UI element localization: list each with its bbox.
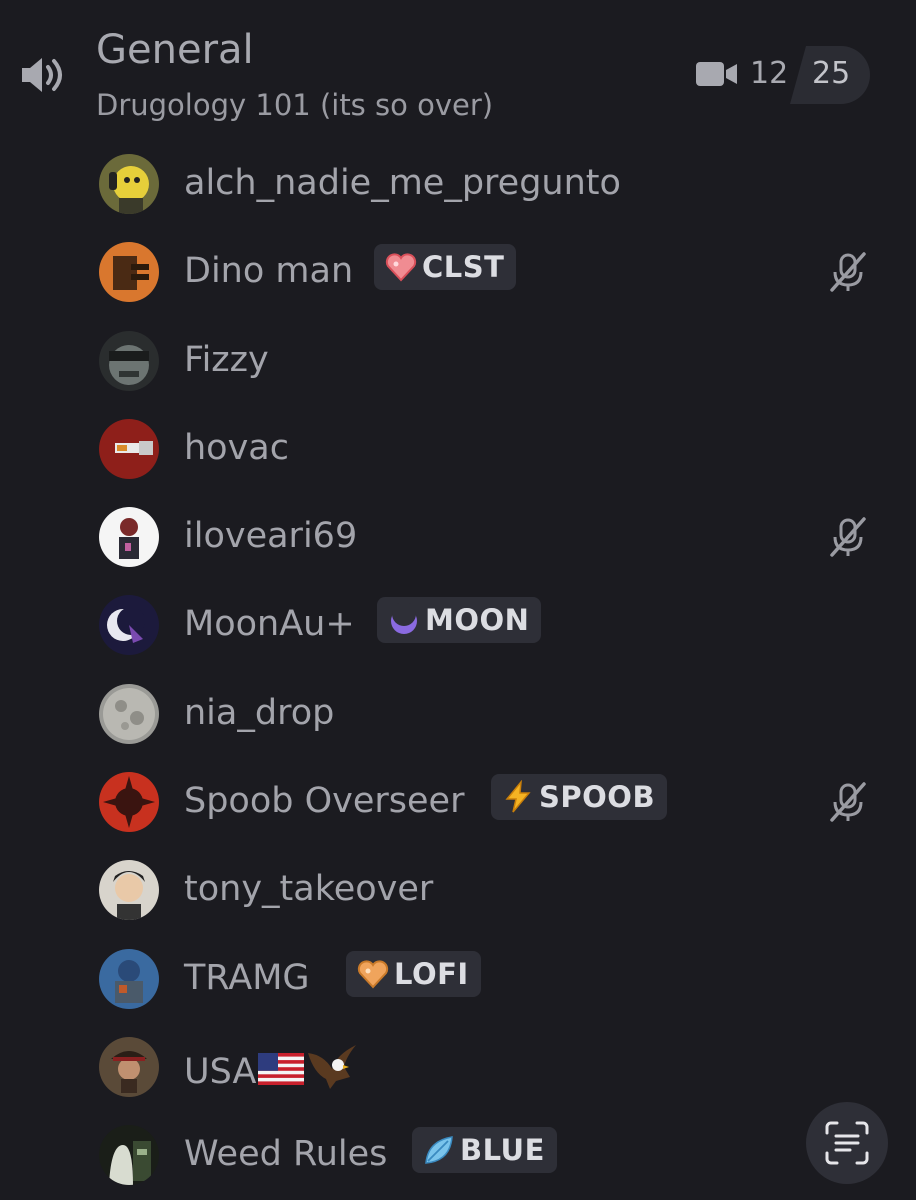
avatar: [99, 1125, 159, 1186]
member-name-text: USA: [184, 1051, 257, 1092]
avatar: [99, 948, 159, 1009]
member-row[interactable]: Dino man CLST: [0, 228, 916, 316]
member-row[interactable]: Weed Rules BLUE: [0, 1111, 916, 1199]
mic-muted-icon: [830, 782, 866, 822]
member-row[interactable]: hovac: [0, 405, 916, 493]
server-tag[interactable]: SPOOB: [491, 774, 668, 821]
channel-status: Drugology 101 (its so over): [96, 88, 494, 122]
mic-muted-icon: [830, 252, 866, 293]
avatar: [99, 860, 159, 921]
member-name: MoonAu+: [184, 604, 355, 645]
avatar: [99, 772, 159, 833]
avatar: [99, 154, 159, 214]
eagle-icon: [308, 1044, 357, 1089]
member-name: Spoob Overseer: [184, 781, 465, 822]
tag-label: CLST: [422, 250, 505, 285]
user-limit: 25: [812, 56, 851, 91]
avatar: [99, 330, 159, 391]
member-name: alch_nadie_me_pregunto: [184, 163, 621, 203]
voice-channel-header[interactable]: General Drugology 101 (its so over) 12 2…: [0, 0, 916, 140]
tag-label: BLUE: [460, 1133, 545, 1168]
avatar: [99, 683, 159, 744]
voice-member-list: alch_nadie_me_pregunto Dino man CLST Fiz…: [0, 140, 916, 1200]
member-row[interactable]: Spoob Overseer SPOOB: [0, 758, 916, 846]
member-name: Fizzy: [184, 339, 269, 380]
server-tag[interactable]: BLUE: [412, 1127, 557, 1174]
avatar: [99, 418, 159, 479]
server-tag[interactable]: MOON: [377, 597, 542, 644]
us-flag-icon: [258, 1052, 305, 1085]
member-name: TRAMG: [184, 957, 310, 998]
blue-leaf-icon: [425, 1136, 453, 1165]
avatar: [99, 1036, 159, 1097]
member-row[interactable]: tony_takeover: [0, 846, 916, 934]
avatar: [99, 507, 159, 568]
channel-name: General: [96, 27, 254, 73]
member-name: hovac: [184, 427, 289, 468]
lightning-bolt-icon: [505, 780, 531, 813]
avatar: [99, 242, 159, 303]
server-tag[interactable]: LOFI: [346, 950, 481, 997]
tag-label: LOFI: [394, 956, 469, 991]
pink-heart-icon: [385, 253, 417, 282]
member-name: USA: [184, 1043, 360, 1095]
server-tag[interactable]: CLST: [374, 244, 517, 291]
orange-heart-icon: [357, 960, 389, 989]
member-name: nia_drop: [184, 692, 335, 733]
crescent-moon-icon: [391, 603, 417, 635]
member-row[interactable]: nia_drop: [0, 670, 916, 758]
member-name: Weed Rules: [184, 1134, 388, 1175]
mic-muted-icon: [830, 517, 866, 557]
member-row[interactable]: iloveari69: [0, 493, 916, 581]
member-name: iloveari69: [184, 516, 358, 557]
member-row[interactable]: MoonAu+ MOON: [0, 581, 916, 669]
scan-text-icon: [825, 1121, 869, 1165]
tag-label: MOON: [425, 603, 530, 638]
scan-text-button[interactable]: [806, 1102, 888, 1184]
member-row[interactable]: TRAMG LOFI: [0, 935, 916, 1023]
video-camera-icon: [696, 62, 737, 86]
speaker-icon: [22, 58, 62, 92]
avatar: [99, 595, 159, 656]
tag-label: SPOOB: [539, 780, 656, 815]
member-row[interactable]: alch_nadie_me_pregunto: [0, 140, 916, 228]
user-count: 12: [750, 56, 789, 91]
member-name: tony_takeover: [184, 869, 434, 910]
member-row[interactable]: Fizzy: [0, 317, 916, 405]
member-name: Dino man: [184, 251, 354, 292]
member-row[interactable]: USA: [0, 1023, 916, 1111]
